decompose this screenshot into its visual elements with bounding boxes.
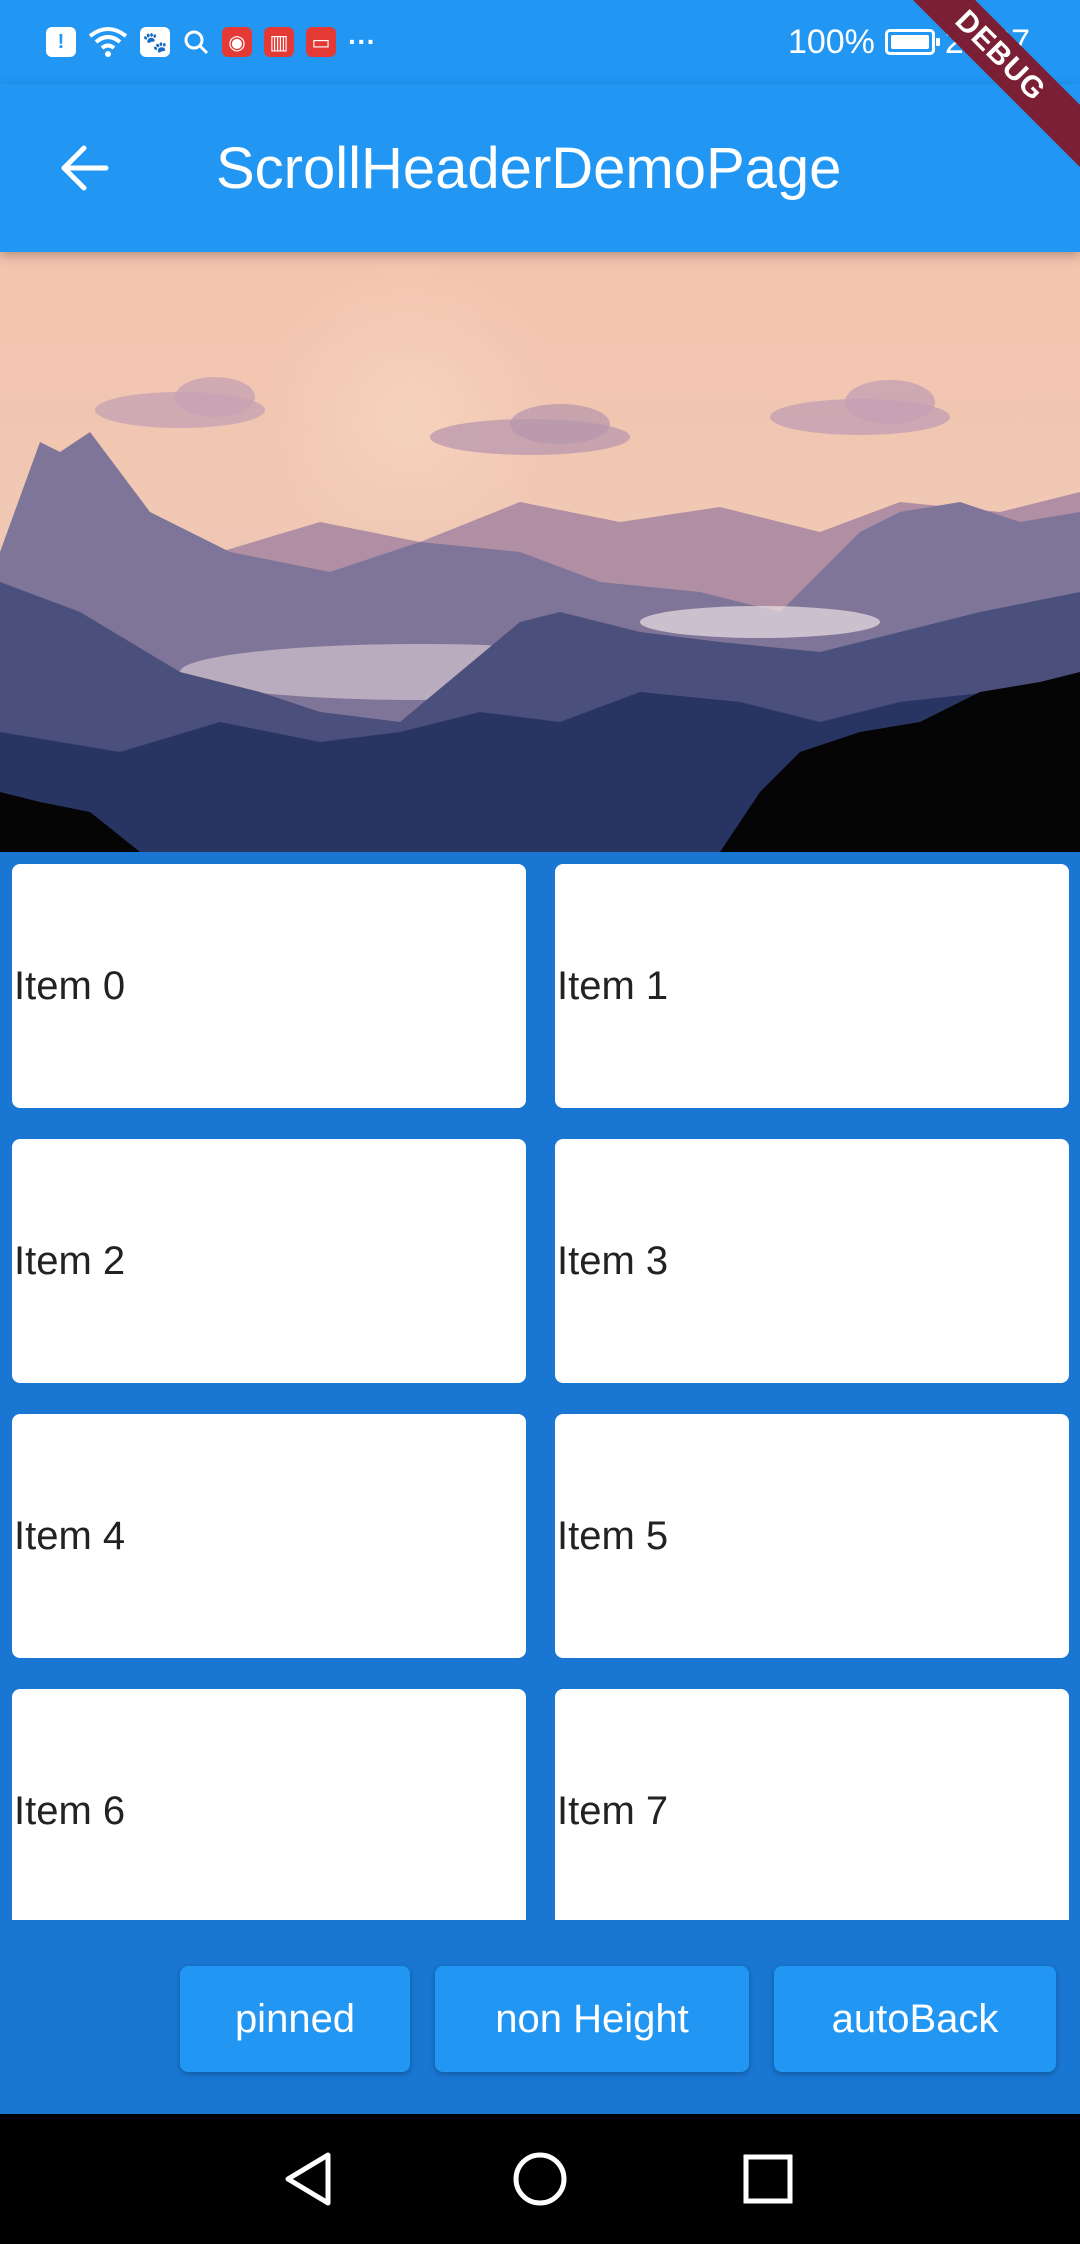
grid-item[interactable]: Item 5 bbox=[555, 1414, 1069, 1658]
baidu-icon: 🐾 bbox=[140, 27, 170, 57]
header-image bbox=[0, 252, 1080, 852]
grid-item[interactable]: Item 2 bbox=[12, 1139, 526, 1383]
grid-item[interactable]: Item 1 bbox=[555, 864, 1069, 1108]
bottom-action-bar: pinned non Height autoBack bbox=[0, 1920, 1080, 2114]
auto-back-button[interactable]: autoBack bbox=[774, 1966, 1056, 2072]
arrow-back-icon bbox=[61, 145, 109, 191]
pinned-button[interactable]: pinned bbox=[180, 1966, 410, 2072]
nav-back-icon[interactable] bbox=[270, 2139, 350, 2219]
notification-icons: ! 🐾 ◉ ▥ ▭ ··· bbox=[46, 22, 376, 62]
item-grid: Item 0 Item 1 Item 2 Item 3 Item 4 Item … bbox=[0, 852, 1080, 1920]
nav-recents-icon[interactable] bbox=[728, 2139, 808, 2219]
nav-home-icon[interactable] bbox=[500, 2139, 580, 2219]
search-icon bbox=[184, 30, 209, 55]
grid-item-label: Item 5 bbox=[557, 1513, 669, 1558]
page-title: ScrollHeaderDemoPage bbox=[216, 136, 842, 201]
weibo-icon: ◉ bbox=[222, 27, 252, 57]
battery-icon bbox=[884, 29, 940, 55]
grid-item-label: Item 1 bbox=[557, 963, 669, 1008]
status-bar: ! 🐾 ◉ ▥ ▭ ··· 100% 20:07 bbox=[0, 0, 1080, 84]
wifi-icon bbox=[88, 27, 128, 57]
battery-percent: 100% bbox=[787, 22, 875, 61]
non-height-button[interactable]: non Height bbox=[435, 1966, 749, 2072]
system-nav-bar bbox=[0, 2114, 1080, 2244]
back-button[interactable] bbox=[40, 124, 128, 212]
grid-item[interactable]: Item 7 bbox=[555, 1689, 1069, 1920]
grid-item-label: Item 3 bbox=[557, 1238, 669, 1283]
grid-item-label: Item 6 bbox=[14, 1788, 126, 1833]
ting-icon: ▥ bbox=[264, 27, 294, 57]
grid-item-label: Item 7 bbox=[557, 1788, 669, 1833]
more-icon: ··· bbox=[348, 26, 376, 57]
book-icon: ▭ bbox=[306, 27, 336, 57]
grid-item[interactable]: Item 0 bbox=[12, 864, 526, 1108]
grid-item-label: Item 2 bbox=[14, 1238, 126, 1283]
alert-icon: ! bbox=[46, 27, 76, 57]
grid-item-label: Item 0 bbox=[14, 963, 126, 1008]
app-bar: ScrollHeaderDemoPage bbox=[0, 84, 1080, 252]
grid-item-label: Item 4 bbox=[14, 1513, 126, 1558]
grid-item[interactable]: Item 6 bbox=[12, 1689, 526, 1920]
grid-item[interactable]: Item 3 bbox=[555, 1139, 1069, 1383]
grid-item[interactable]: Item 4 bbox=[12, 1414, 526, 1658]
